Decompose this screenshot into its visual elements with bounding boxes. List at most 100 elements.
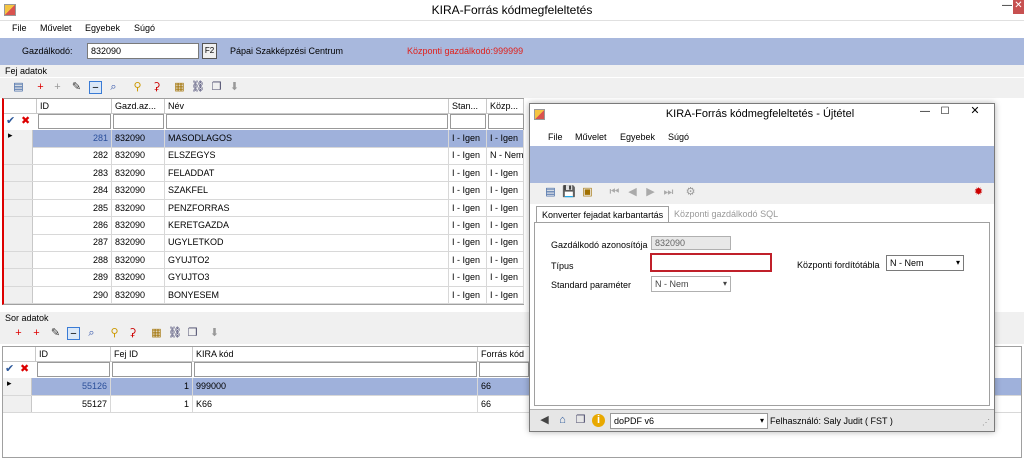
dialog-menu-egyebek[interactable]: Egyebek [620, 132, 655, 142]
menu-egyebek[interactable]: Egyebek [85, 23, 120, 33]
table-cell[interactable]: FELADDAT [165, 164, 449, 182]
table-cell[interactable]: 832090 [112, 164, 165, 182]
table-cell[interactable]: ELSZEGYS [165, 147, 449, 164]
search-icon[interactable]: ⌕ [85, 327, 98, 340]
row-header[interactable]: ▸ [4, 130, 33, 147]
table-row[interactable]: 283 832090 FELADDAT I - Igen I - Igen [4, 164, 524, 183]
col-gazd[interactable]: Gazd.az... [112, 99, 165, 114]
table-cell[interactable]: 282 [37, 147, 112, 164]
check-icon[interactable]: ✔ [5, 363, 17, 376]
dialog-menu-file[interactable]: File [548, 132, 563, 142]
table-cell[interactable]: I - Igen [449, 147, 487, 164]
tab-kozponti-sql[interactable]: Központi gazdálkodó SQL [669, 206, 783, 222]
table-cell[interactable]: 284 [37, 182, 112, 199]
link-icon[interactable]: ⛓ [168, 327, 182, 340]
standard-param-select[interactable]: N - Nem ▾ [651, 276, 731, 292]
table-cell[interactable]: I - Igen [487, 234, 524, 251]
table-cell[interactable]: N - Nem [487, 147, 524, 164]
table-cell[interactable]: 66 [478, 395, 530, 412]
row-header[interactable] [4, 164, 33, 182]
dialog-menu-sugo[interactable]: Súgó [668, 132, 689, 142]
dialog-maximize-button[interactable]: ☐ [936, 106, 954, 120]
row-header[interactable] [4, 199, 33, 217]
table-cell[interactable]: I - Igen [449, 199, 487, 217]
table-row[interactable]: 286 832090 KERETGAZDA I - Igen I - Igen [4, 217, 524, 235]
table-cell[interactable]: UGYLETKOD [165, 234, 449, 251]
table-cell[interactable]: BONYESEM [165, 286, 449, 304]
col-nev[interactable]: Név [165, 99, 449, 114]
table-row[interactable]: 284 832090 SZAKFEL I - Igen I - Igen [4, 182, 524, 200]
table-cell[interactable]: I - Igen [449, 217, 487, 234]
row-header[interactable] [4, 269, 33, 286]
table-cell[interactable]: 288 [37, 251, 112, 269]
table-cell[interactable]: I - Igen [449, 164, 487, 182]
table-row[interactable]: 287 832090 UGYLETKOD I - Igen I - Igen [4, 234, 524, 252]
minimize-button[interactable]: — [1002, 0, 1012, 14]
last-icon[interactable]: ⏭ [662, 186, 675, 199]
table-cell[interactable]: 1 [111, 378, 193, 395]
table-cell[interactable]: 832090 [112, 217, 165, 234]
table-cell[interactable]: I - Igen [487, 217, 524, 234]
table-cell[interactable]: 832090 [112, 286, 165, 304]
table-cell[interactable]: I - Igen [487, 164, 524, 182]
table-cell[interactable]: I - Igen [449, 234, 487, 251]
table-row[interactable]: ▸ 281 832090 MASODLAGOS I - Igen I - Igen [4, 130, 524, 148]
table-cell[interactable]: GYUJTO3 [165, 269, 449, 286]
row-header[interactable] [4, 234, 33, 251]
row-header[interactable] [4, 147, 33, 164]
table-cell[interactable]: 832090 [112, 147, 165, 164]
table-row[interactable]: 290 832090 BONYESEM I - Igen I - Igen [4, 286, 524, 305]
add-multi-icon[interactable]: + [51, 81, 64, 94]
table-row[interactable]: 285 832090 PENZFORRAS I - Igen I - Igen [4, 199, 524, 218]
clear-filter-icon[interactable]: ⚳ [126, 327, 139, 340]
f2-button[interactable]: F2 [202, 43, 217, 59]
table-cell[interactable]: 66 [478, 378, 530, 395]
check-icon[interactable]: ✔ [6, 115, 18, 128]
table-cell[interactable]: I - Igen [487, 182, 524, 199]
table-cell[interactable]: 281 [37, 130, 112, 147]
table-cell[interactable]: I - Igen [449, 269, 487, 286]
info-icon[interactable]: i [592, 414, 605, 427]
link-icon[interactable]: ⛓ [191, 81, 205, 94]
filter-kozp[interactable] [488, 114, 524, 129]
grid-icon[interactable]: ▦ [173, 81, 186, 94]
cancel-icon[interactable]: ✖ [20, 363, 32, 376]
table-cell[interactable]: SZAKFEL [165, 182, 449, 199]
table-cell[interactable]: 832090 [112, 199, 165, 217]
table-cell[interactable]: 832090 [112, 234, 165, 251]
table-cell[interactable]: GYUJTO2 [165, 251, 449, 269]
bug-icon[interactable]: ✹ [972, 186, 985, 199]
col-id[interactable]: ID [37, 99, 112, 114]
clear-filter-icon[interactable]: ⚳ [150, 81, 163, 94]
filter-id[interactable] [38, 114, 111, 129]
add-icon[interactable]: + [12, 327, 25, 340]
search-icon[interactable]: ⌕ [107, 81, 120, 94]
col-standard[interactable]: Stan... [449, 99, 487, 114]
printer-select[interactable]: doPDF v6 ▾ [610, 413, 768, 429]
dialog-menu-muvelet[interactable]: Művelet [575, 132, 607, 142]
back-icon[interactable]: ◀ [538, 414, 551, 427]
filter-icon[interactable]: ⚲ [108, 327, 121, 340]
table-row[interactable]: 288 832090 GYUJTO2 I - Igen I - Igen [4, 251, 524, 270]
filter-icon[interactable]: ⚲ [131, 81, 144, 94]
dialog-minimize-button[interactable]: — [916, 106, 934, 120]
menu-muvelet[interactable]: Művelet [40, 23, 72, 33]
table-cell[interactable]: I - Igen [487, 269, 524, 286]
down-icon[interactable]: ⬇ [228, 81, 241, 94]
col-fej-id[interactable]: Fej ID [111, 347, 193, 362]
table-cell[interactable]: 832090 [112, 130, 165, 147]
table-cell[interactable]: 55127 [36, 395, 111, 412]
table-cell[interactable]: I - Igen [487, 286, 524, 304]
row-header[interactable] [4, 217, 33, 234]
table-cell[interactable]: 55126 [36, 378, 111, 395]
tipus-input[interactable] [650, 253, 772, 272]
table-cell[interactable]: KERETGAZDA [165, 217, 449, 234]
resize-grip-icon[interactable]: ⋰ [982, 418, 990, 427]
table-cell[interactable]: I - Igen [487, 251, 524, 269]
table-cell[interactable]: I - Igen [449, 251, 487, 269]
table-cell[interactable]: PENZFORRAS [165, 199, 449, 217]
col-forras-kod[interactable]: Forrás kód [478, 347, 530, 362]
menu-sugo[interactable]: Súgó [134, 23, 155, 33]
table-cell[interactable]: I - Igen [449, 182, 487, 199]
table-cell[interactable]: 832090 [112, 182, 165, 199]
